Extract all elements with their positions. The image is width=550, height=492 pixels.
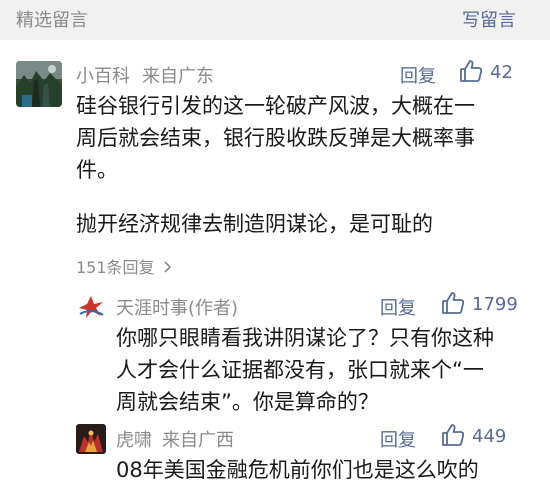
thumbs-up-icon[interactable]: [458, 58, 484, 84]
author-name[interactable]: 小百科: [76, 66, 130, 87]
more-replies-label[interactable]: 151条回复: [76, 258, 155, 277]
avatar[interactable]: [76, 424, 106, 454]
like-count: 42: [490, 62, 513, 83]
reply-author[interactable]: 天涯时事(作者): [116, 294, 238, 320]
author-location: 来自广西: [162, 430, 234, 451]
reply-line: 你哪只眼睛看我讲阴谋论了？只有你这种: [116, 326, 494, 350]
reply-line: 人才会什么证据都没有，张口就来个“一: [116, 358, 484, 382]
thumbs-up-icon[interactable]: [440, 290, 466, 316]
reply-content: 08年美国金融危机前你们也是这么吹的: [116, 454, 536, 486]
reply-content: 你哪只眼睛看我讲阴谋论了？只有你这种 人才会什么证据都没有，张口就来个“一 周就…: [116, 322, 536, 418]
like-count: 1799: [472, 294, 518, 315]
reply-author[interactable]: 虎啸 来自广西: [116, 426, 234, 452]
comment-author[interactable]: 小百科 来自广东: [76, 62, 214, 88]
comment-line: 周后就会结束，银行股收跌反弹是大概率事: [76, 126, 475, 150]
avatar[interactable]: [16, 61, 62, 107]
comment-content: 硅谷银行引发的这一轮破产风波，大概在一 周后就会结束，银行股收跌反弹是大概率事 …: [76, 90, 516, 240]
comment-line: 硅谷银行引发的这一轮破产风波，大概在一: [76, 94, 475, 118]
chevron-right-icon: [155, 258, 173, 277]
comment-section: 精选留言 写留言 小百科 来自广东 回复 42 硅谷银行引发的这一轮破产风波，大概…: [0, 0, 550, 492]
avatar[interactable]: [76, 292, 106, 322]
comments-header: 精选留言 写留言: [0, 0, 550, 40]
comment-line: 抛开经济规律去制造阴谋论，是可耻的: [76, 212, 433, 236]
write-comment-button[interactable]: 写留言: [462, 6, 516, 32]
reply-button[interactable]: 回复: [400, 62, 436, 88]
thumbs-up-icon[interactable]: [440, 422, 466, 448]
featured-comments-label: 精选留言: [16, 10, 88, 31]
more-replies-link[interactable]: 151条回复: [76, 254, 173, 278]
like-count: 449: [472, 426, 507, 447]
reply-line: 08年美国金融危机前你们也是这么吹的: [116, 458, 479, 482]
reply-button[interactable]: 回复: [380, 426, 416, 452]
author-location: 来自广东: [142, 66, 214, 87]
reply-line: 周就会结束”。你是算命的？: [116, 390, 379, 414]
comment-line: 件。: [76, 158, 118, 182]
author-name[interactable]: 虎啸: [116, 430, 152, 451]
reply-button[interactable]: 回复: [380, 294, 416, 320]
author-name[interactable]: 天涯时事(作者): [116, 298, 238, 319]
